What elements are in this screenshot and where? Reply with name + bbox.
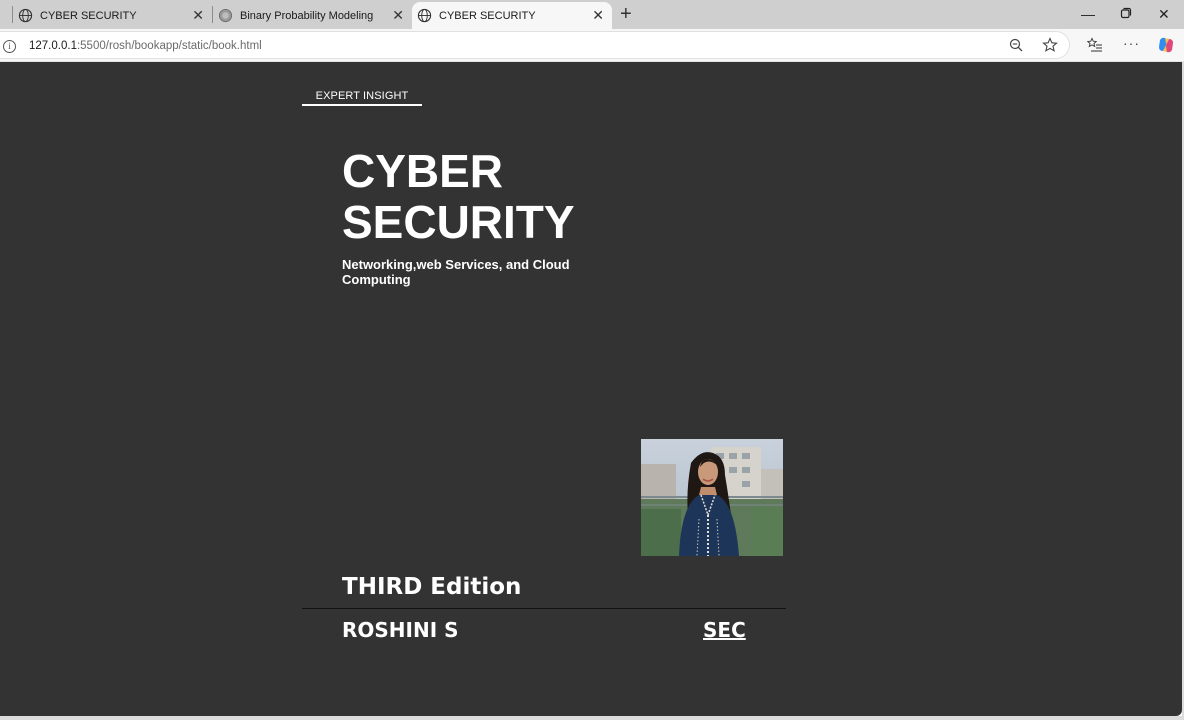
tab-binary-probability-modeling[interactable]: Binary Probability Modeling ✕ [218, 2, 412, 29]
url-host: 127.0.0.1 [29, 40, 77, 52]
book-title-line-1: CYBER [342, 145, 504, 197]
edition-label: THIRD Edition [342, 574, 522, 600]
url-path: :5500/rosh/bookapp/static/book.html [76, 40, 262, 52]
favorite-star-icon[interactable] [1042, 37, 1058, 56]
tab-label: CYBER SECURITY [40, 9, 137, 22]
expert-insight-badge: EXPERT INSIGHT [302, 90, 422, 106]
globe-icon [417, 8, 432, 23]
tab-separator [212, 6, 213, 23]
tab-cyber-security-active[interactable]: CYBER SECURITY ✕ [412, 2, 612, 29]
favorites-list-icon[interactable] [1086, 37, 1103, 56]
tab-label: CYBER SECURITY [439, 9, 536, 22]
url-field[interactable]: i 127.0.0.1:5500/rosh/bookapp/static/boo… [0, 31, 1070, 59]
tab-close-icon[interactable]: ✕ [192, 7, 204, 23]
divider [302, 608, 786, 609]
publisher-link[interactable]: SEC [703, 618, 746, 642]
author-name: ROSHINI S [342, 618, 459, 642]
minimize-icon[interactable]: — [1081, 4, 1095, 24]
info-icon[interactable]: i [3, 40, 16, 53]
tab-label: Binary Probability Modeling [240, 9, 374, 22]
new-tab-icon[interactable]: + [620, 3, 632, 25]
tab-close-icon[interactable]: ✕ [592, 7, 604, 23]
zoom-out-icon[interactable] [1009, 38, 1023, 55]
circle-icon [218, 8, 233, 23]
author-photo [641, 439, 783, 556]
close-window-icon[interactable]: ✕ [1158, 4, 1170, 24]
url-text: 127.0.0.1:5500/rosh/bookapp/static/book.… [29, 40, 262, 52]
tab-cyber-security-1[interactable]: CYBER SECURITY ✕ [18, 2, 212, 29]
page-content: EXPERT INSIGHT CYBER SECURITY Networking… [0, 62, 1182, 716]
copilot-icon[interactable] [1157, 36, 1175, 57]
window-bottom-edge [0, 716, 1184, 720]
book-title-line-2: SECURITY [342, 196, 575, 248]
author-photo-illustration [641, 439, 783, 556]
address-bar: i 127.0.0.1:5500/rosh/bookapp/static/boo… [0, 29, 1184, 62]
book-title: CYBER SECURITY [342, 146, 575, 248]
globe-icon [18, 8, 33, 23]
tab-strip: CYBER SECURITY ✕ Binary Probability Mode… [0, 0, 1184, 29]
more-menu-icon[interactable]: ··· [1123, 35, 1140, 51]
tab-separator [12, 6, 13, 23]
tab-close-icon[interactable]: ✕ [392, 7, 404, 23]
restore-icon[interactable] [1120, 4, 1132, 24]
book-subtitle: Networking,web Services, and Cloud Compu… [342, 257, 570, 287]
